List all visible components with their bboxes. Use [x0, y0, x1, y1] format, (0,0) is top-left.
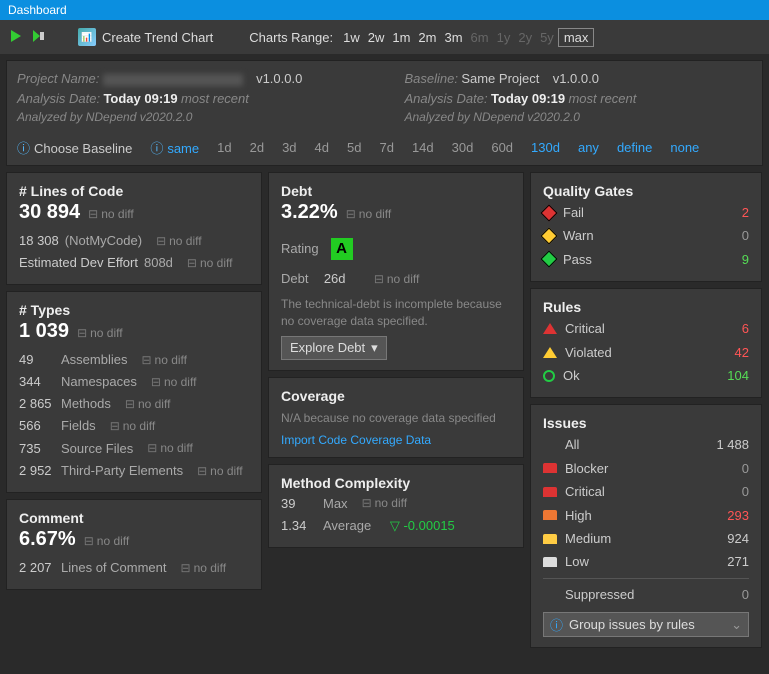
- info-icon: ⓘ: [550, 615, 563, 634]
- range-3m[interactable]: 3m: [440, 28, 466, 47]
- gates-panel: Quality Gates Fail2Warn0Pass9: [530, 172, 762, 282]
- import-coverage-link[interactable]: Import Code Coverage Data: [281, 433, 511, 447]
- rating-badge: A: [331, 238, 353, 260]
- range-5y[interactable]: 5y: [536, 28, 558, 47]
- chevron-down-icon: ⌄: [731, 617, 742, 633]
- play-icon[interactable]: [8, 28, 24, 47]
- issues-panel: Issues All1 488 Blocker0Critical0High293…: [530, 404, 762, 648]
- loc-title: # Lines of Code: [19, 183, 249, 199]
- issues-title: Issues: [543, 415, 749, 431]
- stat-row[interactable]: Pass9: [543, 248, 749, 271]
- comment-title: Comment: [19, 510, 249, 526]
- loc-value: 30 894: [19, 201, 80, 224]
- list-item: 566Fieldsno diff: [19, 415, 249, 437]
- baseline-opt-same[interactable]: ⓘsame: [150, 138, 199, 157]
- list-item: 2 865Methodsno diff: [19, 393, 249, 415]
- comment-value: 6.67%: [19, 528, 76, 551]
- info-icon: ⓘ: [17, 141, 30, 156]
- baseline-opt-1d[interactable]: 1d: [217, 140, 231, 155]
- project-name-blurred: [103, 74, 243, 86]
- titlebar: Dashboard: [0, 0, 769, 20]
- gates-title: Quality Gates: [543, 183, 749, 199]
- range-6m[interactable]: 6m: [467, 28, 493, 47]
- types-panel: # Types 1 039no diff 49Assembliesno diff…: [6, 291, 262, 493]
- types-value: 1 039: [19, 320, 69, 343]
- stat-row[interactable]: Low271: [543, 550, 749, 573]
- coverage-panel: Coverage N/A because no coverage data sp…: [268, 377, 524, 458]
- debt-panel: Debt 3.22%no diff RatingA Debt 26dno dif…: [268, 172, 524, 371]
- toolbar: 📊 Create Trend Chart Charts Range: 1w2w1…: [0, 20, 769, 54]
- range-1m[interactable]: 1m: [388, 28, 414, 47]
- stat-row[interactable]: Violated42: [543, 341, 749, 364]
- list-item: 39Maxno diff: [281, 493, 511, 515]
- stat-row[interactable]: Blocker0: [543, 457, 749, 480]
- baseline-opt-4d[interactable]: 4d: [315, 140, 329, 155]
- range-max[interactable]: max: [558, 28, 595, 47]
- range-2w[interactable]: 2w: [364, 28, 389, 47]
- explore-debt-button[interactable]: Explore Debt▾: [281, 336, 387, 360]
- baseline-opt-none[interactable]: none: [670, 140, 699, 155]
- create-trend-link[interactable]: Create Trend Chart: [102, 30, 213, 45]
- stat-row[interactable]: Ok104: [543, 364, 749, 387]
- range-2m[interactable]: 2m: [414, 28, 440, 47]
- choose-baseline[interactable]: Choose Baseline: [34, 141, 132, 156]
- baseline-opt-30d[interactable]: 30d: [452, 140, 474, 155]
- range-label: Charts Range:: [249, 30, 333, 45]
- refresh-icon[interactable]: [30, 28, 46, 47]
- stat-row[interactable]: Medium924: [543, 527, 749, 550]
- baseline-opt-2d[interactable]: 2d: [250, 140, 264, 155]
- comment-panel: Comment 6.67%no diff 2 207Lines of Comme…: [6, 499, 262, 590]
- debt-note: The technical-debt is incomplete because…: [281, 296, 511, 330]
- stat-row[interactable]: High293: [543, 504, 749, 527]
- range-1y[interactable]: 1y: [493, 28, 515, 47]
- group-issues-dropdown[interactable]: ⓘGroup issues by rules⌄: [543, 612, 749, 637]
- stat-row[interactable]: Critical0: [543, 480, 749, 503]
- list-item: 2 952Third-Party Elementsno diff: [19, 460, 249, 482]
- types-title: # Types: [19, 302, 249, 318]
- complexity-title: Method Complexity: [281, 475, 511, 491]
- range-2y[interactable]: 2y: [514, 28, 536, 47]
- complexity-panel: Method Complexity 39Maxno diff1.34Averag…: [268, 464, 524, 548]
- stat-row[interactable]: Critical6: [543, 317, 749, 340]
- list-item: 18 308(NotMyCode)no diff: [19, 230, 249, 252]
- trend-chart-icon[interactable]: 📊: [78, 28, 96, 46]
- range-1w[interactable]: 1w: [339, 28, 364, 47]
- list-item: 2 207Lines of Commentno diff: [19, 557, 249, 579]
- baseline-opt-5d[interactable]: 5d: [347, 140, 361, 155]
- baseline-opt-any[interactable]: any: [578, 140, 599, 155]
- chevron-down-icon: ▾: [371, 340, 378, 356]
- list-item: 1.34Average ▽ -0.00015: [281, 515, 511, 537]
- list-item: Estimated Dev Effort808dno diff: [19, 252, 249, 274]
- coverage-title: Coverage: [281, 388, 511, 404]
- baseline-opt-14d[interactable]: 14d: [412, 140, 434, 155]
- loc-panel: # Lines of Code 30 894no diff 18 308(Not…: [6, 172, 262, 285]
- rules-title: Rules: [543, 299, 749, 315]
- debt-title: Debt: [281, 183, 511, 199]
- baseline-opt-3d[interactable]: 3d: [282, 140, 296, 155]
- meta-panel: Project Name: v1.0.0.0 Analysis Date: To…: [6, 60, 763, 166]
- list-item: 735Source Filesno diff: [19, 438, 249, 460]
- stat-row[interactable]: Warn0: [543, 224, 749, 247]
- stat-row[interactable]: Fail2: [543, 201, 749, 224]
- baseline-opt-130d[interactable]: 130d: [531, 140, 560, 155]
- debt-value: 3.22%: [281, 201, 338, 224]
- list-item: 49Assembliesno diff: [19, 349, 249, 371]
- rules-panel: Rules Critical6Violated42Ok104: [530, 288, 762, 398]
- baseline-opt-define[interactable]: define: [617, 140, 652, 155]
- baseline-opt-7d[interactable]: 7d: [379, 140, 393, 155]
- list-item: 344Namespacesno diff: [19, 371, 249, 393]
- baseline-opt-60d[interactable]: 60d: [491, 140, 513, 155]
